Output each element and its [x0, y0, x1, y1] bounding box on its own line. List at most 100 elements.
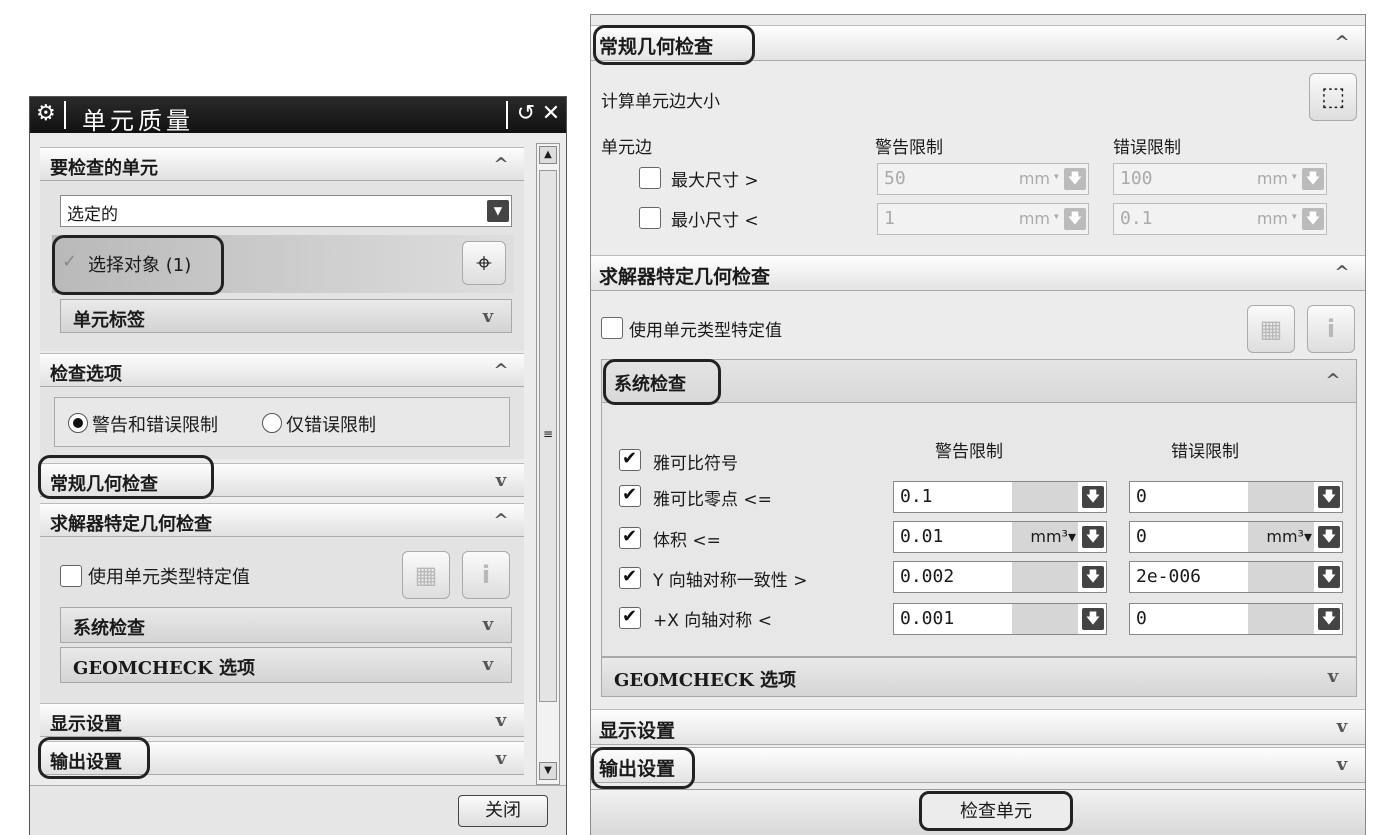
min-size-err-field[interactable]: 0.1 mm ▾ 🡇	[1113, 203, 1327, 235]
arrow-down-icon[interactable]: 🡇	[1082, 526, 1104, 548]
reset-icon[interactable]: ↺	[513, 101, 539, 127]
right-type-values-icon[interactable]: ▦	[1247, 305, 1295, 353]
option-warn-error-label: 警告和错误限制	[92, 415, 218, 436]
arrow-down-icon[interactable]: 🡇	[1082, 486, 1104, 508]
element-quality-dialog: ⚙ 单元质量 ↺ ✕ 要检查的单元 ^ 选定的 ▼ ✓ 选择对象 (1) ⌖ 单…	[29, 96, 567, 835]
y-axisym-label: Y 向轴对称一致性 >	[653, 571, 808, 591]
element-edge-label: 单元边	[601, 138, 652, 158]
arrow-down-icon[interactable]: 🡇	[1318, 566, 1340, 588]
arrow-down-icon[interactable]: 🡇	[1064, 168, 1086, 190]
chevron-down-icon[interactable]: v	[473, 654, 503, 675]
use-type-values-checkbox[interactable]	[60, 565, 82, 587]
system-warning-limit-header: 警告限制	[935, 442, 1003, 462]
max-size-warn-field[interactable]: 50 mm ▾ 🡇	[877, 163, 1089, 195]
chevron-up-icon[interactable]: ^	[486, 360, 516, 381]
max-size-err-field[interactable]: 100 mm ▾ 🡇	[1113, 163, 1327, 195]
radio-warn-error[interactable]	[68, 413, 88, 433]
highlight-right-output-settings	[591, 747, 695, 789]
scroll-down-icon[interactable]: ▼	[539, 762, 557, 780]
section-solver-geometry[interactable]: 求解器特定几何检查 ^	[40, 503, 524, 537]
jacobian-zero-err-field[interactable]: 0 🡇	[1129, 481, 1343, 513]
close-button[interactable]: 关闭	[458, 795, 548, 827]
x-axisym-err-field[interactable]: 0 🡇	[1129, 603, 1343, 635]
dialog-title: 单元质量	[82, 107, 194, 135]
jacobian-zero-checkbox[interactable]	[619, 484, 641, 507]
right-use-type-values-label: 使用单元类型特定值	[629, 321, 782, 341]
jacobian-sign-label: 雅可比符号	[653, 454, 738, 474]
volume-label: 体积 <=	[653, 531, 721, 551]
element-quality-expanded-panel: 常规几何检查 ^ 计算单元边大小 ⬚ 单元边 警告限制 错误限制 最大尺寸 > …	[590, 14, 1366, 835]
system-check-row[interactable]: 系统检查 v	[60, 607, 512, 643]
use-type-values-label: 使用单元类型特定值	[88, 567, 250, 588]
chevron-down-icon[interactable]: v	[473, 306, 503, 327]
arrow-down-icon[interactable]: 🡇	[1318, 608, 1340, 630]
chevron-down-icon[interactable]: v	[1318, 666, 1348, 687]
jacobian-zero-warn-field[interactable]: 0.1 🡇	[893, 481, 1107, 513]
y-axisym-checkbox[interactable]	[619, 566, 641, 589]
scroll-grip: ≡	[543, 427, 554, 441]
y-axisym-warn-field[interactable]: 0.002 🡇	[893, 561, 1107, 593]
x-axisym-label: +X 向轴对称 <	[653, 611, 772, 631]
arrow-down-icon[interactable]: 🡇	[1318, 526, 1340, 548]
chevron-up-icon[interactable]: ^	[1327, 32, 1357, 53]
element-label-row[interactable]: 单元标签 v	[60, 299, 512, 333]
option-error-only-label: 仅错误限制	[286, 415, 376, 436]
min-size-label: 最小尺寸 <	[671, 211, 759, 231]
scrollbar[interactable]: ▲ ≡ ▼	[536, 143, 560, 785]
crosshair-select-button[interactable]: ⌖	[462, 241, 506, 285]
system-error-limit-header: 错误限制	[1171, 442, 1239, 462]
gear-icon: ⚙	[36, 101, 56, 126]
arrow-down-icon[interactable]: 🡇	[1082, 608, 1104, 630]
arrow-down-icon[interactable]: 🡇	[1064, 208, 1086, 230]
right-geomcheck-row[interactable]: GEOMCHECK 选项 v	[601, 657, 1357, 697]
jacobian-zero-label: 雅可比零点 <=	[653, 490, 772, 510]
arrow-down-icon[interactable]: 🡇	[1302, 208, 1324, 230]
chevron-down-icon[interactable]: ▼	[487, 200, 509, 222]
arrow-down-icon[interactable]: 🡇	[1302, 168, 1324, 190]
close-icon[interactable]: ✕	[538, 101, 564, 127]
dialog-title-bar[interactable]: ⚙ 单元质量 ↺ ✕	[30, 97, 566, 135]
max-size-checkbox[interactable]	[639, 167, 661, 189]
arrow-down-icon[interactable]: 🡇	[1318, 486, 1340, 508]
volume-err-field[interactable]: 0 mm³▾ 🡇	[1129, 521, 1343, 553]
right-use-type-values-checkbox[interactable]	[601, 317, 623, 339]
min-size-warn-field[interactable]: 1 mm ▾ 🡇	[877, 203, 1089, 235]
x-axisym-checkbox[interactable]	[619, 606, 641, 629]
scroll-thumb[interactable]: ≡	[539, 170, 557, 702]
x-axisym-warn-field[interactable]: 0.001 🡇	[893, 603, 1107, 635]
chevron-up-icon[interactable]: ^	[1327, 262, 1357, 283]
scroll-up-icon[interactable]: ▲	[539, 146, 557, 164]
selection-type-select[interactable]: 选定的 ▼	[60, 195, 512, 227]
y-axisym-err-field[interactable]: 2e-006 🡇	[1129, 561, 1343, 593]
check-elements-button[interactable]: 检查单元	[919, 791, 1073, 831]
chevron-down-icon[interactable]: v	[473, 614, 503, 635]
right-section-solver-geometry[interactable]: 求解器特定几何检查 ^	[591, 255, 1365, 291]
type-values-icon[interactable]: ▦	[402, 551, 450, 599]
info-icon[interactable]: i	[462, 551, 510, 599]
volume-warn-field[interactable]: 0.01 mm³▾ 🡇	[893, 521, 1107, 553]
chevron-up-icon[interactable]: ^	[486, 510, 516, 531]
arrow-down-icon[interactable]: 🡇	[1082, 566, 1104, 588]
chevron-up-icon[interactable]: ^	[1318, 370, 1348, 391]
compute-edge-cube-icon[interactable]: ⬚	[1309, 73, 1357, 121]
section-elements-to-check[interactable]: 要检查的单元 ^	[40, 147, 524, 181]
right-section-output-settings[interactable]: 输出设置 v	[591, 747, 1365, 783]
chevron-down-icon[interactable]: v	[486, 710, 516, 731]
volume-checkbox[interactable]	[619, 526, 641, 549]
highlight-output-settings	[38, 737, 150, 779]
section-check-options[interactable]: 检查选项 ^	[40, 353, 524, 387]
jacobian-sign-checkbox[interactable]	[619, 448, 641, 471]
warning-limit-header: 警告限制	[875, 138, 943, 158]
right-info-icon[interactable]: i	[1307, 305, 1355, 353]
right-section-display-settings[interactable]: 显示设置 v	[591, 709, 1365, 745]
chevron-down-icon[interactable]: v	[486, 748, 516, 769]
chevron-down-icon[interactable]: v	[1327, 754, 1357, 775]
max-size-label: 最大尺寸 >	[671, 171, 759, 191]
min-size-checkbox[interactable]	[639, 207, 661, 229]
chevron-down-icon[interactable]: v	[1327, 716, 1357, 737]
radio-error-only[interactable]	[262, 413, 282, 433]
section-display-settings[interactable]: 显示设置 v	[40, 703, 524, 737]
chevron-down-icon[interactable]: v	[486, 470, 516, 491]
geomcheck-row[interactable]: GEOMCHECK 选项 v	[60, 647, 512, 683]
chevron-up-icon[interactable]: ^	[486, 154, 516, 175]
